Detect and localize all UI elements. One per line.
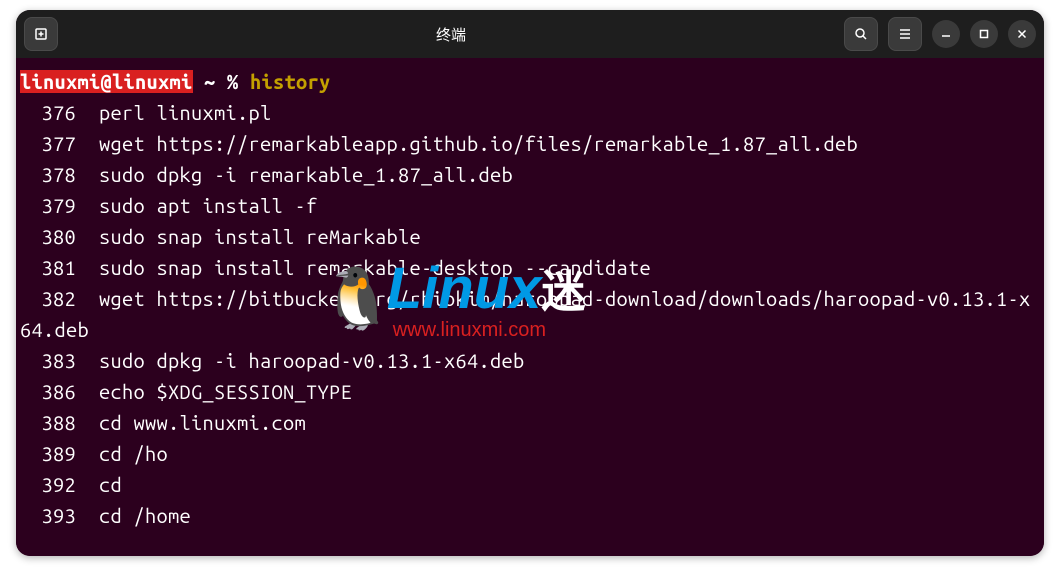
history-number: 376 xyxy=(20,97,76,128)
history-line: 380 sudo snap install reMarkable xyxy=(20,221,1040,252)
prompt-user-host: linuxmi@linuxmi xyxy=(20,70,193,93)
prompt-symbol: % xyxy=(227,70,239,93)
history-number: 377 xyxy=(20,128,76,159)
window-title: 终端 xyxy=(58,24,844,45)
history-command: wget https://remarkableapp.github.io/fil… xyxy=(99,132,858,155)
new-tab-button[interactable] xyxy=(24,17,58,51)
history-number: 383 xyxy=(20,345,76,376)
search-button[interactable] xyxy=(844,17,878,51)
history-number: 388 xyxy=(20,407,76,438)
history-number: 393 xyxy=(20,500,76,531)
history-command: cd www.linuxmi.com xyxy=(99,411,306,434)
history-line: 383 sudo dpkg -i haroopad-v0.13.1-x64.de… xyxy=(20,345,1040,376)
history-command: perl linuxmi.pl xyxy=(99,101,272,124)
prompt-path: ~ xyxy=(204,70,216,93)
history-number: 380 xyxy=(20,221,76,252)
history-command: sudo snap install remarkable-desktop --c… xyxy=(99,256,651,279)
history-command: cd /ho xyxy=(99,442,168,465)
history-command: sudo dpkg -i remarkable_1.87_all.deb xyxy=(99,163,513,186)
history-line: 386 echo $XDG_SESSION_TYPE xyxy=(20,376,1040,407)
history-command: wget https://bitbucket.org/rhiokim/haroo… xyxy=(20,287,1030,341)
minimize-button[interactable] xyxy=(932,20,960,48)
history-line: 381 sudo snap install remarkable-desktop… xyxy=(20,252,1040,283)
history-command: sudo apt install -f xyxy=(99,194,318,217)
terminal-content[interactable]: linuxmi@linuxmi ~ % history 376 perl lin… xyxy=(16,58,1044,556)
history-line: 382 wget https://bitbucket.org/rhiokim/h… xyxy=(20,283,1040,345)
history-number: 386 xyxy=(20,376,76,407)
history-number: 379 xyxy=(20,190,76,221)
history-command: echo $XDG_SESSION_TYPE xyxy=(99,380,352,403)
titlebar: 终端 xyxy=(16,10,1044,58)
history-number: 378 xyxy=(20,159,76,190)
history-number: 392 xyxy=(20,469,76,500)
history-line: 393 cd /home xyxy=(20,500,1040,531)
maximize-button[interactable] xyxy=(970,20,998,48)
history-number: 389 xyxy=(20,438,76,469)
menu-button[interactable] xyxy=(888,17,922,51)
history-line: 388 cd www.linuxmi.com xyxy=(20,407,1040,438)
history-command: sudo dpkg -i haroopad-v0.13.1-x64.deb xyxy=(99,349,525,372)
history-line: 377 wget https://remarkableapp.github.io… xyxy=(20,128,1040,159)
history-line: 379 sudo apt install -f xyxy=(20,190,1040,221)
history-command: cd /home xyxy=(99,504,191,527)
history-number: 381 xyxy=(20,252,76,283)
terminal-window: 终端 xyxy=(16,10,1044,556)
command-input: history xyxy=(250,70,331,93)
history-line: 392 cd xyxy=(20,469,1040,500)
history-line: 389 cd /ho xyxy=(20,438,1040,469)
history-line: 376 perl linuxmi.pl xyxy=(20,97,1040,128)
history-number: 382 xyxy=(20,283,76,314)
history-command: cd xyxy=(99,473,122,496)
close-button[interactable] xyxy=(1008,20,1036,48)
history-line: 378 sudo dpkg -i remarkable_1.87_all.deb xyxy=(20,159,1040,190)
history-command: sudo snap install reMarkable xyxy=(99,225,421,248)
